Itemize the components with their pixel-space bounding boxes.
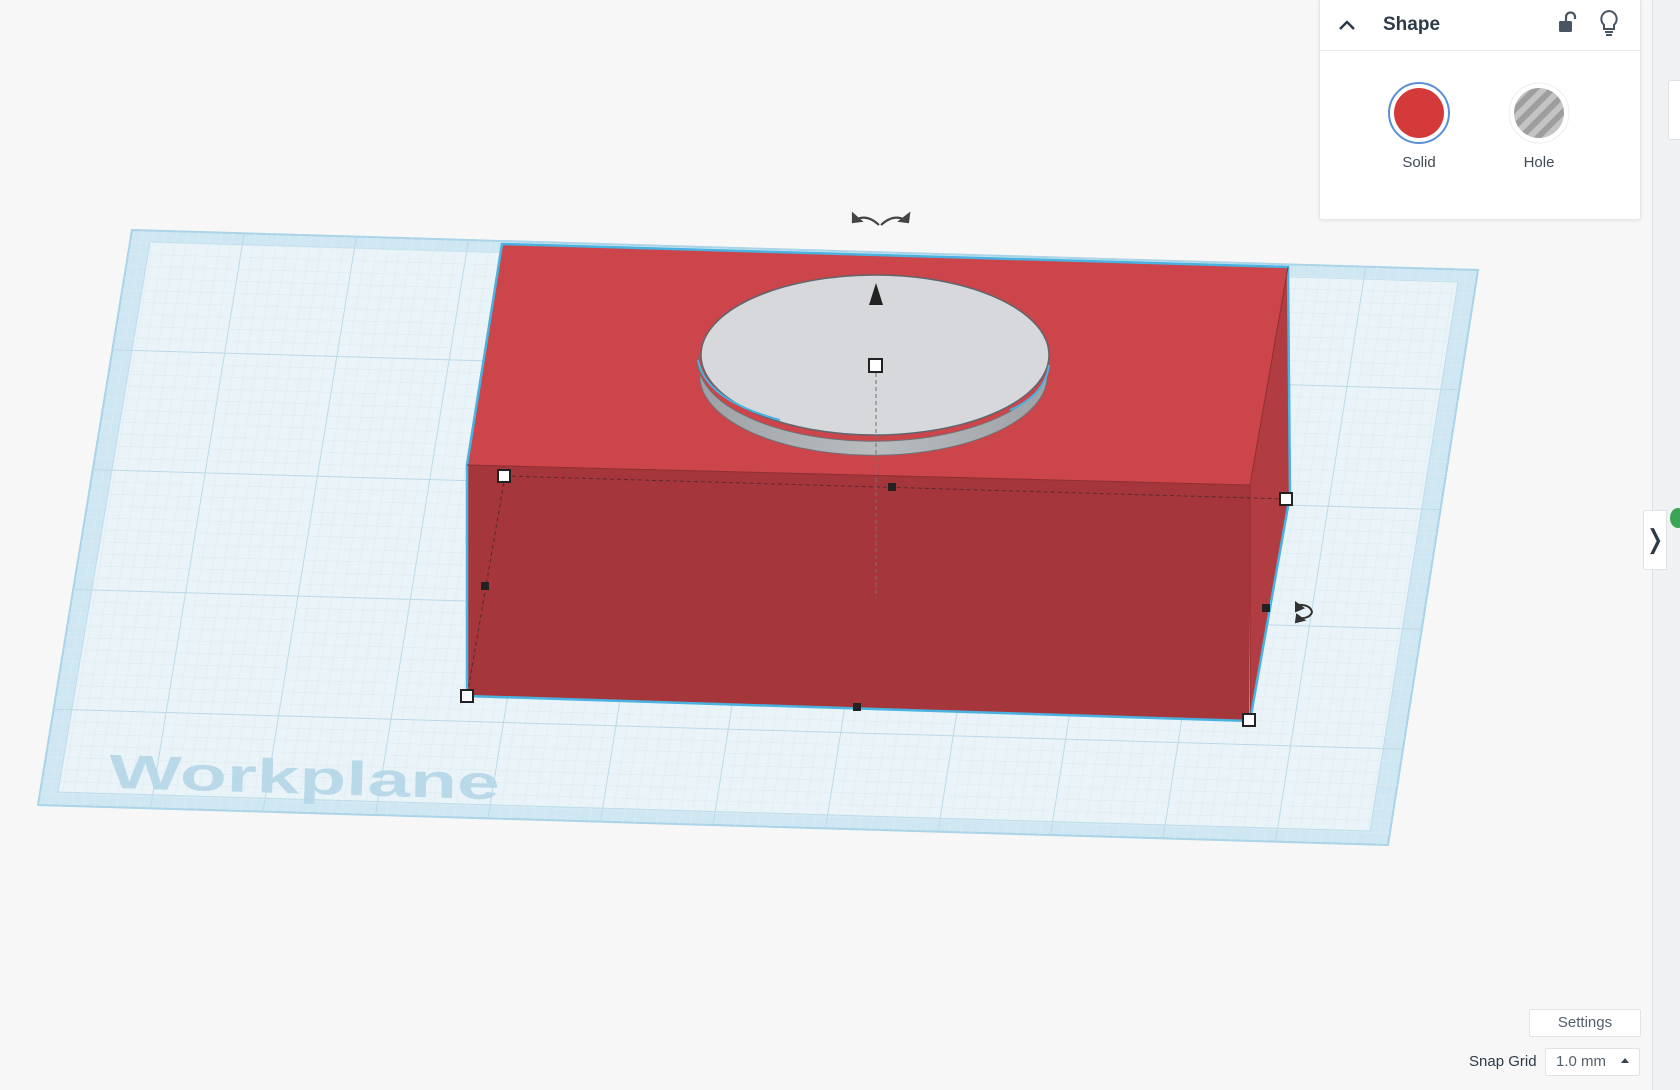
settings-button[interactable]: Settings [1529,1009,1641,1037]
unlocked-padlock-icon[interactable] [1552,9,1580,37]
lightbulb-icon[interactable] [1595,8,1623,38]
box-front-face [467,465,1250,721]
solid-swatch-icon [1388,82,1450,144]
workplane-label: Workplane [108,744,500,810]
chevron-up-icon[interactable] [1332,10,1362,40]
sidebar-tab[interactable] [1668,80,1680,140]
snap-grid-value: 1.0 mm [1556,1053,1607,1070]
hole-label: Hole [1523,154,1555,171]
hole-swatch-icon [1508,82,1570,144]
shape-panel: Shape [1319,0,1641,220]
snap-grid-select[interactable]: 1.0 mm [1545,1048,1640,1076]
caret-up-icon [1621,1058,1629,1063]
hole-option[interactable]: Hole [1494,80,1584,180]
rotate-top-icon[interactable] [851,211,911,226]
status-indicator [1670,508,1680,528]
solid-label: Solid [1402,154,1436,171]
solid-option[interactable]: Solid [1374,80,1464,180]
snap-grid-label: Snap Grid [1469,1053,1537,1070]
shape-panel-title: Shape [1383,14,1441,35]
height-handle[interactable] [868,358,883,373]
chevron-right-icon[interactable]: ❭ [1643,510,1667,570]
shape-panel-header: Shape [1320,0,1640,51]
